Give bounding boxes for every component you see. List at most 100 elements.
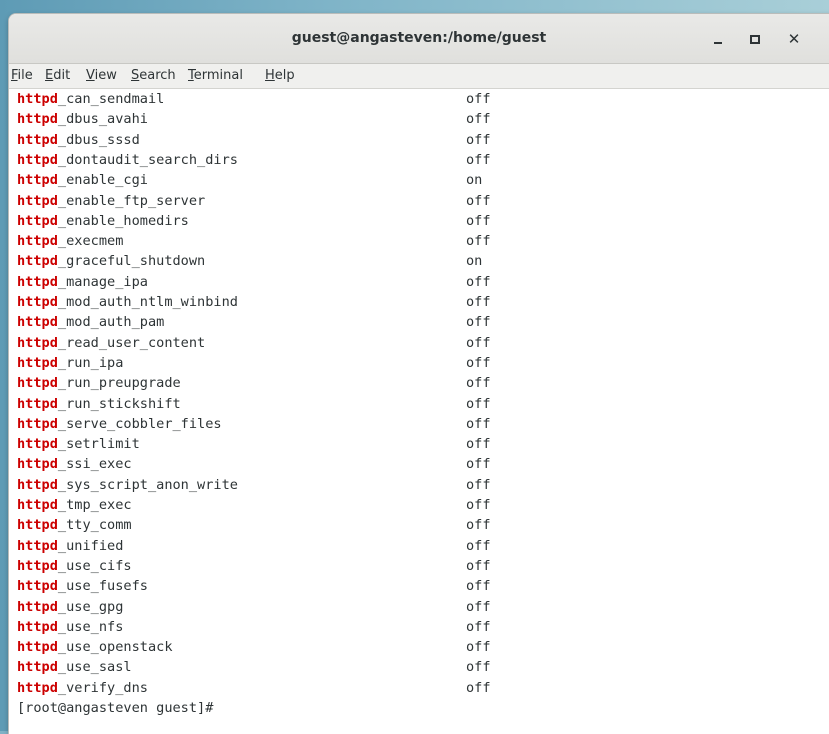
boolean-name: _use_sasl [57,659,132,676]
boolean-prefix: httpd [17,639,58,656]
boolean-name: _enable_cgi [57,172,148,189]
close-button[interactable]: ✕ [783,28,805,50]
terminal-line: httpd_verify_dns off [17,678,491,698]
menu-terminal[interactable]: Terminal [188,68,243,83]
boolean-value: off [466,598,491,615]
boolean-value: off [466,497,491,513]
boolean-value: off [466,456,491,473]
boolean-prefix: httpd [17,436,58,453]
menu-mnemonic: H [265,68,275,83]
terminal-line: httpd_serve_cobbler_files off [17,414,491,434]
boolean-name: _ssi_exec [57,456,132,473]
terminal-line: httpd_run_preupgrade off [17,373,491,393]
boolean-name: _verify_dns [57,679,148,696]
boolean-name: _run_stickshift [57,395,181,412]
terminal-line: httpd_ssi_exec off [17,454,491,474]
boolean-prefix: httpd [17,111,58,128]
terminal-line: httpd_tty_comm off [17,515,491,535]
menu-file[interactable]: File [11,68,33,83]
boolean-name: _serve_cobbler_files [57,415,222,432]
menu-search[interactable]: Search [131,68,176,83]
menu-mnemonic: V [86,68,95,83]
boolean-name: _run_preupgrade [57,375,181,392]
boolean-prefix: httpd [17,456,58,473]
terminal-line: httpd_use_nfs off [17,617,491,637]
boolean-prefix: httpd [17,233,58,250]
boolean-name: _can_sendmail [57,91,165,107]
terminal-line: httpd_enable_ftp_server off [17,191,491,211]
title-bar[interactable]: guest@angasteven:/home/guest ✕ [9,14,829,64]
terminal-line: httpd_unified off [17,536,491,556]
menu-view[interactable]: View [86,68,117,83]
boolean-prefix: httpd [17,192,58,209]
shell-prompt[interactable]: [root@angasteven guest]# [17,698,213,718]
boolean-name: _tmp_exec [57,497,132,513]
boolean-prefix: httpd [17,334,58,351]
boolean-prefix: httpd [17,618,58,635]
menu-edit[interactable]: Edit [45,68,70,83]
close-icon: ✕ [787,29,801,48]
boolean-name: _unified [57,537,124,554]
boolean-prefix: httpd [17,212,58,229]
boolean-prefix: httpd [17,131,58,148]
terminal-line: httpd_use_cifs off [17,556,491,576]
boolean-value: off [466,314,491,331]
boolean-name: _use_gpg [57,598,124,615]
boolean-value: off [466,273,491,290]
terminal-line: httpd_mod_auth_pam off [17,312,491,332]
menu-bar: File Edit View Search Terminal Help [9,64,829,89]
boolean-value: off [466,131,491,148]
boolean-value: off [466,618,491,635]
boolean-value: off [466,578,491,595]
terminal-line: httpd_graceful_shutdown on [17,251,482,271]
boolean-prefix: httpd [17,659,58,676]
boolean-name: _dbus_sssd [57,131,140,148]
boolean-name: _dbus_avahi [57,111,148,128]
boolean-prefix: httpd [17,578,58,595]
boolean-prefix: httpd [17,151,58,168]
terminal-line: httpd_use_gpg off [17,597,491,617]
boolean-value: off [466,537,491,554]
boolean-prefix: httpd [17,476,58,493]
boolean-value: off [466,557,491,574]
terminal-line: httpd_setrlimit off [17,434,491,454]
boolean-name: _enable_homedirs [57,212,189,229]
boolean-value: off [466,659,491,676]
boolean-value: off [466,91,491,107]
boolean-name: _use_nfs [57,618,124,635]
menu-label-rest: ile [17,68,33,83]
terminal-output[interactable]: httpd_can_sendmail off httpd_dbus_avahi off… [9,89,829,734]
menu-label-rest: dit [53,68,71,83]
boolean-name: _dontaudit_search_dirs [57,151,238,168]
boolean-value: off [466,375,491,392]
boolean-value: off [466,334,491,351]
boolean-value: on [466,172,483,189]
boolean-prefix: httpd [17,91,58,107]
menu-label-rest: erminal [193,68,243,83]
boolean-value: off [466,294,491,310]
boolean-prefix: httpd [17,294,58,310]
boolean-value: off [466,679,491,696]
boolean-prefix: httpd [17,253,58,270]
boolean-prefix: httpd [17,557,58,574]
terminal-line: httpd_use_openstack off [17,637,491,657]
terminal-line: httpd_enable_cgi on [17,170,482,190]
boolean-value: off [466,192,491,209]
boolean-prefix: httpd [17,354,58,371]
menu-label-rest: iew [94,68,117,83]
boolean-prefix: httpd [17,395,58,412]
terminal-line: httpd_use_sasl off [17,657,491,677]
terminal-line: httpd_enable_homedirs off [17,211,491,231]
boolean-prefix: httpd [17,537,58,554]
menu-help[interactable]: Help [265,68,295,83]
boolean-name: _manage_ipa [57,273,148,290]
terminal-line: httpd_mod_auth_ntlm_winbind off [17,292,491,312]
minimize-button[interactable] [707,28,729,50]
terminal-line: httpd_dontaudit_search_dirs off [17,150,491,170]
boolean-name: _mod_auth_pam [57,314,165,331]
boolean-name: _enable_ftp_server [57,192,206,209]
boolean-value: off [466,395,491,412]
boolean-name: _use_fusefs [57,578,148,595]
boolean-name: _setrlimit [57,436,140,453]
maximize-button[interactable] [744,28,766,50]
